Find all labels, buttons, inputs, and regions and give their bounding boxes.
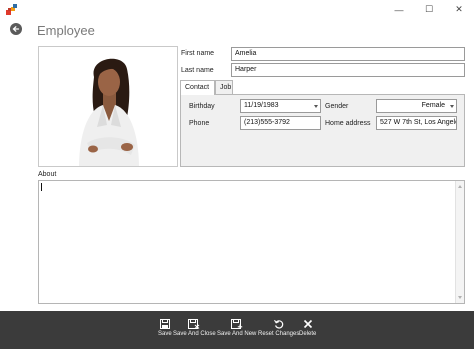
last-name-field[interactable]: Harper xyxy=(231,63,465,77)
minimize-icon: — xyxy=(394,4,404,15)
tab-job[interactable]: Job xyxy=(215,80,233,94)
first-name-field[interactable]: Amelia xyxy=(231,47,465,61)
text-caret xyxy=(41,183,42,191)
chevron-down-icon xyxy=(450,105,454,108)
back-button[interactable] xyxy=(10,23,22,35)
first-name-label: First name xyxy=(181,50,215,57)
phone-field[interactable]: (213)555-3792 xyxy=(240,116,321,130)
close-icon: ✕ xyxy=(455,4,463,14)
save-and-new-button[interactable]: Save And New xyxy=(217,319,256,337)
last-name-label: Last name xyxy=(181,67,214,74)
about-label: About xyxy=(38,171,57,178)
birthday-label: Birthday xyxy=(189,103,215,110)
maximize-button[interactable]: ☐ xyxy=(414,0,444,19)
reset-changes-button[interactable]: Reset Changes xyxy=(258,319,299,337)
gender-value: Female xyxy=(421,102,445,109)
arrow-left-icon xyxy=(12,26,20,32)
save-button[interactable]: Save xyxy=(158,319,172,337)
close-button[interactable]: ✕ xyxy=(444,0,474,19)
save-close-icon xyxy=(188,319,200,329)
person-photo-icon xyxy=(39,47,177,166)
birthday-value: 11/19/1983 xyxy=(244,102,279,109)
floppy-disk-icon xyxy=(159,319,170,329)
app-logo-icon xyxy=(6,4,17,15)
scroll-up-icon[interactable] xyxy=(458,185,462,188)
chevron-down-icon xyxy=(314,105,318,108)
save-and-close-button[interactable]: Save And Close xyxy=(173,319,216,337)
save-and-new-label: Save And New xyxy=(217,331,257,337)
delete-label: Delete xyxy=(299,331,317,337)
about-scrollbar[interactable] xyxy=(455,181,464,303)
undo-icon xyxy=(273,319,283,329)
home-address-field[interactable]: 527 W 7th St, Los Angeles xyxy=(376,116,457,130)
scroll-down-icon[interactable] xyxy=(458,296,462,299)
page-title: Employee xyxy=(37,23,95,38)
reset-changes-label: Reset Changes xyxy=(258,331,300,337)
save-new-icon xyxy=(230,319,242,329)
gender-label: Gender xyxy=(325,103,349,110)
minimize-button[interactable]: — xyxy=(384,0,414,19)
home-address-label: Home address xyxy=(325,120,371,127)
delete-x-icon xyxy=(303,319,312,329)
about-textarea[interactable] xyxy=(38,180,465,304)
gender-select[interactable]: Female xyxy=(376,99,457,113)
save-and-close-label: Save And Close xyxy=(173,331,216,337)
phone-label: Phone xyxy=(189,120,210,127)
title-bar: — ☐ ✕ xyxy=(0,0,474,19)
delete-button[interactable]: Delete xyxy=(299,319,316,337)
bottom-toolbar: Save Save And Close Save And New Reset C… xyxy=(0,311,474,349)
employee-photo[interactable] xyxy=(38,46,178,167)
save-label: Save xyxy=(158,331,172,337)
tab-contact[interactable]: Contact xyxy=(180,80,215,95)
birthday-date-picker[interactable]: 11/19/1983 xyxy=(240,99,321,113)
maximize-icon: ☐ xyxy=(424,4,434,14)
